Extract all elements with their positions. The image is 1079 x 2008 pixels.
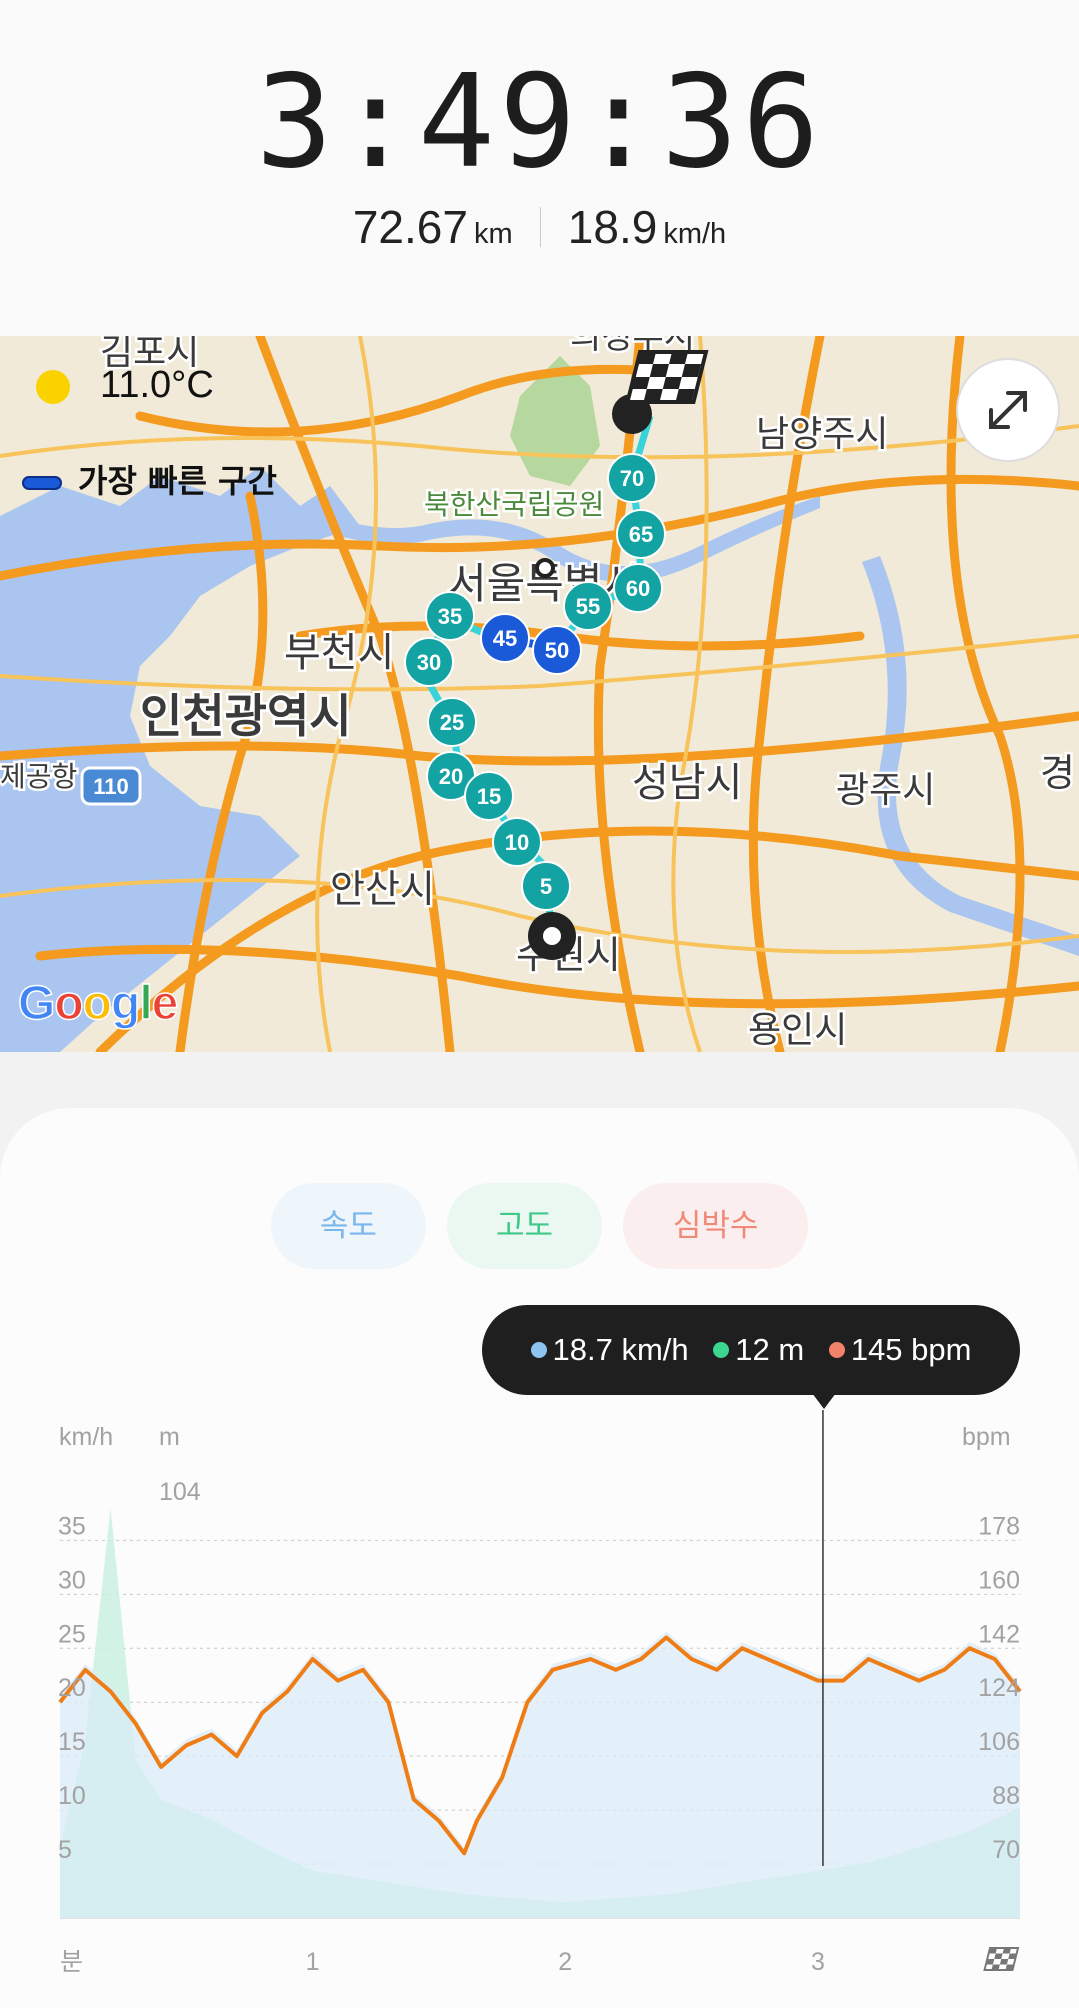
metric-tabs: 속도 고도 심박수 bbox=[0, 1183, 1079, 1269]
speed-tick-label: 20 bbox=[58, 1674, 86, 1702]
bpm-tick-label: 88 bbox=[992, 1782, 1020, 1810]
speed-area bbox=[60, 1631, 1020, 1918]
speed-unit: km/h bbox=[663, 218, 727, 250]
route-110-shield: 110 bbox=[93, 774, 129, 799]
map-legend: 가장 빠른 구간 bbox=[22, 456, 277, 502]
route-marker-label: 30 bbox=[417, 650, 441, 675]
route-marker-label: 55 bbox=[576, 594, 600, 619]
place-ansan: 안산시 bbox=[330, 867, 435, 911]
distance-value: 72.67 bbox=[352, 201, 468, 253]
summary-stats: 72.67 km 18.9 km/h bbox=[0, 200, 1079, 254]
x-tick-label: 2 bbox=[558, 1948, 572, 1976]
speed-tick-label: 10 bbox=[58, 1782, 86, 1810]
tooltip-speed: 18.7 km/h bbox=[530, 1332, 689, 1367]
speed-tick-label: 5 bbox=[58, 1836, 72, 1864]
distance-unit: km bbox=[473, 218, 513, 250]
route-marker-label: 65 bbox=[629, 522, 653, 547]
tooltip-heart-rate: 145 bpm bbox=[828, 1332, 972, 1367]
temperature: 11.0°C bbox=[100, 364, 214, 406]
speed-tick-label: 30 bbox=[58, 1566, 86, 1594]
expand-icon bbox=[989, 391, 1027, 429]
tab-heart-rate[interactable]: 심박수 bbox=[623, 1183, 809, 1269]
bpm-tick-label: 70 bbox=[992, 1836, 1020, 1864]
speed-stat: 18.9 km/h bbox=[568, 200, 726, 254]
tab-speed[interactable]: 속도 bbox=[270, 1183, 426, 1269]
x-tick-label: 3 bbox=[811, 1948, 825, 1976]
activity-chart[interactable]: 35 30 25 20 15 10 5 178 160 142 124 106 88 70 분 1 2 3 bbox=[0, 1400, 1079, 1988]
route-map[interactable]: 김포시 의정부시 남양주시 북한산국립공원 서울특별시 부천시 인천광역시 성남… bbox=[0, 336, 1079, 1052]
route-marker-label: 70 bbox=[620, 466, 644, 491]
sun-icon bbox=[36, 369, 70, 404]
route-marker-label: 35 bbox=[438, 604, 462, 629]
tooltip-speed-value: 18.7 km/h bbox=[552, 1332, 689, 1367]
distance-stat: 72.67 km bbox=[353, 200, 513, 254]
heart-rate-dot-icon bbox=[828, 1341, 845, 1358]
bpm-tick-label: 106 bbox=[978, 1728, 1020, 1756]
place-seongnam: 성남시 bbox=[632, 760, 742, 806]
route-marker-label: 15 bbox=[477, 784, 501, 809]
chart-tooltip: 18.7 km/h 12 m 145 bpm bbox=[482, 1305, 1020, 1395]
route-marker-label: 10 bbox=[505, 830, 529, 855]
finish-flag-icon bbox=[625, 350, 709, 404]
bpm-tick-label: 160 bbox=[978, 1566, 1020, 1594]
bpm-tick-label: 124 bbox=[978, 1674, 1020, 1702]
tooltip-altitude: 12 m bbox=[713, 1332, 804, 1367]
route-marker-label: 50 bbox=[545, 638, 569, 663]
bpm-tick-label: 178 bbox=[978, 1512, 1020, 1540]
place-edge: 경 bbox=[1040, 751, 1075, 795]
speed-dot-icon bbox=[530, 1341, 547, 1358]
tooltip-altitude-value: 12 m bbox=[735, 1332, 805, 1367]
tooltip-heart-rate-value: 145 bpm bbox=[850, 1332, 972, 1367]
route-marker-label: 60 bbox=[626, 576, 650, 601]
route-marker-label: 20 bbox=[439, 764, 463, 789]
speed-tick-label: 35 bbox=[58, 1512, 86, 1540]
finish-flag-icon bbox=[983, 1947, 1020, 1971]
x-tick-label: 1 bbox=[306, 1948, 320, 1976]
stat-divider bbox=[539, 207, 541, 247]
route-marker-label: 45 bbox=[493, 626, 517, 651]
fastest-segment-swatch bbox=[22, 476, 62, 490]
speed-tick-label: 25 bbox=[58, 1620, 86, 1648]
place-yongin: 용인시 bbox=[748, 1010, 847, 1051]
tab-altitude[interactable]: 고도 bbox=[447, 1183, 602, 1269]
place-bukhansan: 북한산국립공원 bbox=[424, 488, 604, 521]
city-center-icon bbox=[535, 558, 555, 578]
expand-map-button[interactable] bbox=[956, 358, 1060, 462]
speed-value: 18.9 bbox=[567, 201, 658, 253]
map-canvas: 김포시 의정부시 남양주시 북한산국립공원 서울특별시 부천시 인천광역시 성남… bbox=[0, 336, 1079, 1052]
duration: 3:49:36 bbox=[255, 48, 824, 197]
summary-panel: 3:49:36 72.67 km 18.9 km/h bbox=[0, 0, 1079, 336]
place-namyangju: 남양주시 bbox=[756, 414, 888, 455]
place-incheon: 인천광역시 bbox=[140, 689, 352, 743]
speed-tick-label: 15 bbox=[58, 1728, 86, 1756]
route-marker-label: 5 bbox=[540, 874, 552, 899]
x-axis-label: 분 bbox=[60, 1948, 83, 1976]
place-airport: 제공항 bbox=[0, 760, 77, 793]
weather: 11.0°C bbox=[36, 364, 214, 407]
altitude-dot-icon bbox=[713, 1341, 730, 1358]
bpm-tick-label: 142 bbox=[978, 1620, 1020, 1648]
place-bucheon: 부천시 bbox=[284, 630, 394, 676]
google-logo: Google bbox=[17, 976, 179, 1031]
legend-label: 가장 빠른 구간 bbox=[78, 462, 277, 500]
route-marker-label: 25 bbox=[440, 710, 464, 735]
place-gwangju: 광주시 bbox=[836, 770, 935, 811]
